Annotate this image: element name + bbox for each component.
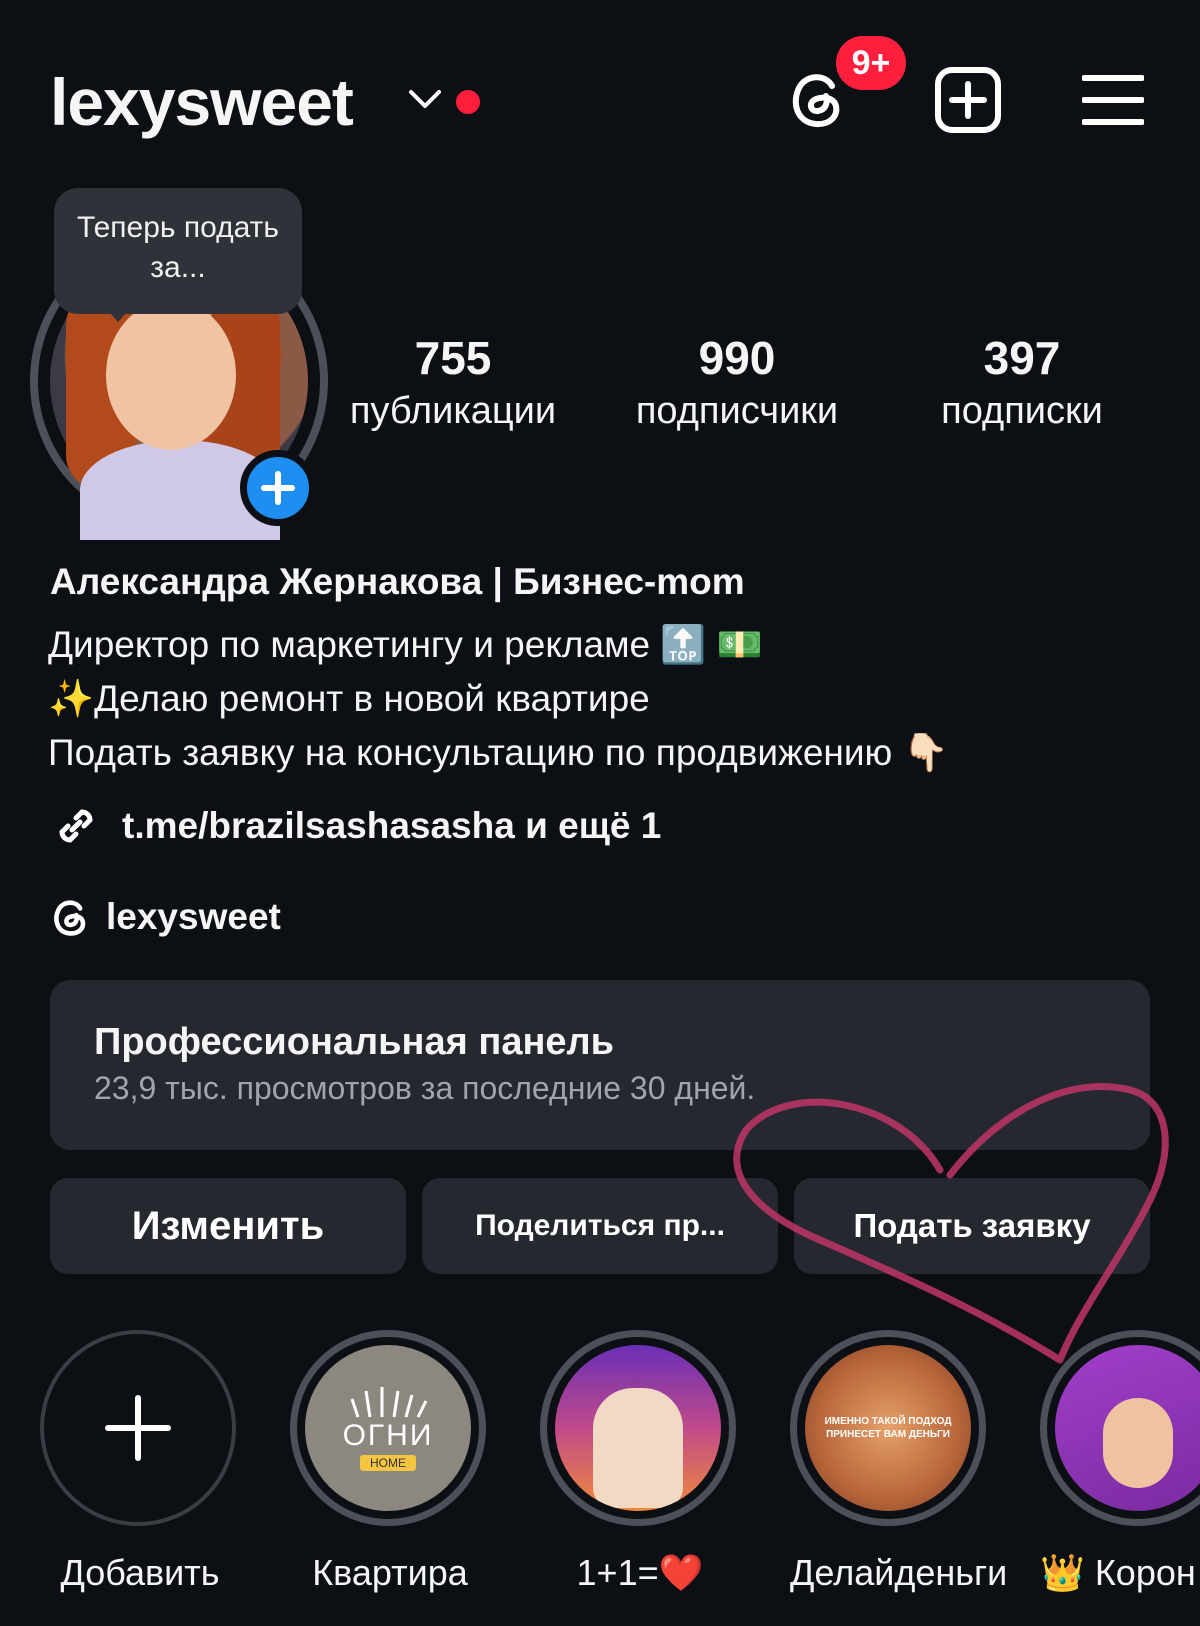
highlight-label: Делайденьги [790, 1552, 1008, 1593]
avatar-face [106, 300, 236, 450]
highlight-delaydengi[interactable]: ИМЕННО ТАКОЙ ПОДХОД ПРИНЕСЕТ ВАМ ДЕНЬГИ … [790, 1330, 1008, 1594]
stat-posts[interactable]: 755 публикации [323, 330, 583, 436]
add-story-button[interactable] [240, 450, 316, 526]
threads-icon [54, 900, 86, 936]
highlight-cover: ИМЕННО ТАКОЙ ПОДХОД ПРИНЕСЕТ ВАМ ДЕНЬГИ [805, 1345, 971, 1511]
highlight-korona[interactable]: 👑 Корон [1040, 1330, 1200, 1594]
highlight-cover: ОГНИ HOME [305, 1345, 471, 1511]
highlight-kvartira[interactable]: ОГНИ HOME Квартира [290, 1330, 490, 1594]
highlight-cover [555, 1345, 721, 1511]
highlight-label: Добавить [60, 1552, 220, 1593]
profile-username[interactable]: lexysweet [50, 62, 354, 142]
highlight-cover [1055, 1345, 1200, 1511]
create-post-icon[interactable] [934, 66, 1002, 134]
note-bubble[interactable]: Теперь подать за... [54, 188, 302, 314]
stat-followers-value: 990 [698, 332, 776, 384]
highlight-ring [540, 1330, 736, 1526]
highlight-cover-badge: HOME [360, 1455, 416, 1471]
highlight-add[interactable]: Добавить [40, 1330, 240, 1594]
note-bubble-tail [102, 304, 134, 322]
sunburst-icon [350, 1387, 428, 1418]
profile-link[interactable]: t.me/brazilsashasasha и ещё 1 [50, 800, 661, 852]
bio-line: ✨Делаю ремонт в новой квартире [48, 678, 650, 719]
highlight-add-ring [40, 1330, 236, 1526]
highlight-cover-person [1103, 1398, 1173, 1488]
highlight-ring [1040, 1330, 1200, 1526]
menu-icon[interactable] [1082, 72, 1144, 128]
share-profile-button[interactable]: Поделиться пр... [422, 1178, 778, 1274]
stat-following-label: подписки [941, 390, 1103, 432]
highlight-ring: ОГНИ HOME [290, 1330, 486, 1526]
highlight-cover-text: ИМЕННО ТАКОЙ ПОДХОД ПРИНЕСЕТ ВАМ ДЕНЬГИ [824, 1416, 952, 1440]
link-icon [59, 809, 93, 843]
highlight-cover-people [593, 1388, 683, 1508]
stat-followers-label: подписчики [635, 390, 839, 432]
edit-profile-button[interactable]: Изменить [50, 1178, 406, 1274]
profile-link-text[interactable]: t.me/brazilsashasasha и ещё 1 [122, 801, 661, 851]
stat-followers[interactable]: 990 подписчики [607, 330, 867, 436]
profile-name: Александра Жернакова | Бизнес-mom [50, 561, 745, 602]
plus-icon [261, 471, 295, 505]
highlight-love[interactable]: 1+1=❤️ [540, 1330, 740, 1594]
highlight-label: 👑 Корон [1040, 1552, 1196, 1593]
chevron-down-icon[interactable] [405, 84, 445, 114]
highlight-ring: ИМЕННО ТАКОЙ ПОДХОД ПРИНЕСЕТ ВАМ ДЕНЬГИ [790, 1330, 986, 1526]
professional-dashboard-title: Профессиональная панель [94, 1021, 615, 1063]
bio-line: Подать заявку на консультацию по продвиж… [48, 732, 949, 773]
stat-following-value: 397 [983, 332, 1061, 384]
notification-dot [456, 90, 480, 114]
bio-line: Директор по маркетингу и рекламе 🔝 💵 [48, 624, 763, 665]
notification-badge[interactable]: 9+ [836, 36, 906, 90]
threads-handle-text: lexysweet [106, 896, 281, 937]
stat-following[interactable]: 397 подписки [892, 330, 1152, 436]
highlight-label: 1+1=❤️ [576, 1552, 704, 1593]
highlight-label: Квартира [312, 1552, 468, 1593]
stat-posts-value: 755 [414, 332, 492, 384]
highlight-cover-text: ОГНИ [342, 1419, 434, 1452]
plus-icon [105, 1395, 171, 1461]
stat-posts-label: публикации [349, 390, 557, 432]
threads-profile-link[interactable]: lexysweet [50, 892, 281, 942]
